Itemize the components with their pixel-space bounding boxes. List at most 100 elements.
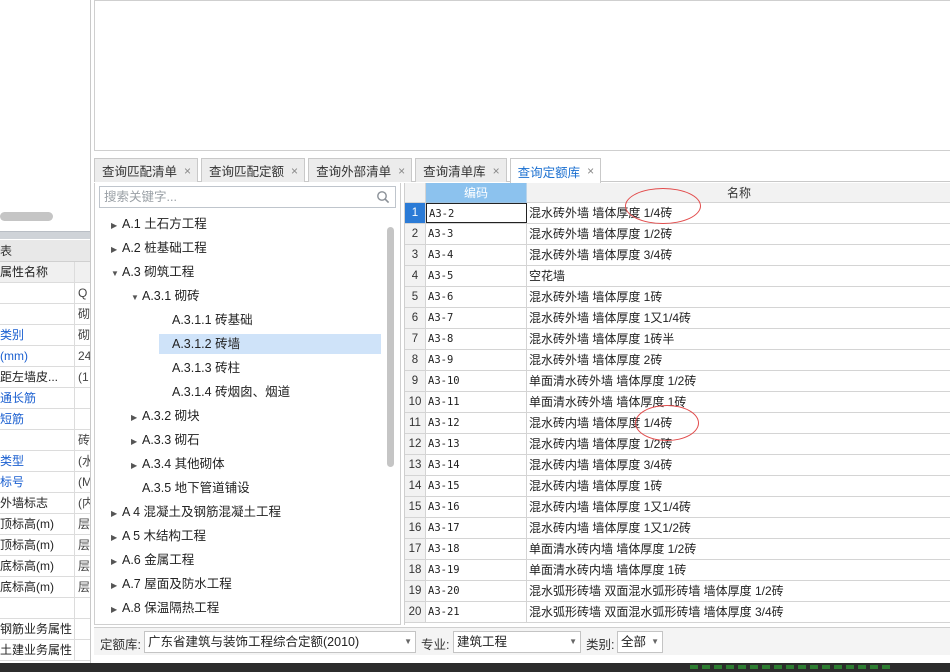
table-row[interactable]: 2 A3-3 混水砖外墙 墙体厚度 1/2砖: [405, 224, 950, 245]
tree-node[interactable]: ▶ A 5 木结构工程: [109, 526, 210, 546]
chevron-right-icon[interactable]: ▶: [111, 504, 120, 524]
tree-node[interactable]: A.3.5 地下管道铺设: [129, 478, 254, 498]
table-row[interactable]: 7 A3-8 混水砖外墙 墙体厚度 1砖半: [405, 329, 950, 350]
quota-name-cell[interactable]: 空花墙: [527, 266, 950, 286]
property-value[interactable]: [75, 388, 90, 408]
property-value[interactable]: [75, 598, 90, 618]
property-value[interactable]: (水: [75, 451, 90, 471]
table-row[interactable]: 5 A3-6 混水砖外墙 墙体厚度 1砖: [405, 287, 950, 308]
property-row[interactable]: 通长筋: [0, 388, 90, 409]
quota-code-cell[interactable]: A3-2: [426, 203, 527, 223]
quota-name-cell[interactable]: 混水砖外墙 墙体厚度 1又1/4砖: [527, 308, 950, 328]
chevron-right-icon[interactable]: ▶: [111, 528, 120, 548]
quota-name-cell[interactable]: 混水砖外墙 墙体厚度 2砖: [527, 350, 950, 370]
tree-node[interactable]: A.3.1.3 砖柱: [159, 358, 244, 378]
property-value[interactable]: 砖: [75, 430, 90, 450]
chevron-down-icon[interactable]: ▼: [131, 288, 140, 308]
tree-node[interactable]: ▶ A.1 土石方工程: [109, 214, 211, 234]
property-value[interactable]: [75, 409, 90, 429]
property-value[interactable]: 层: [75, 535, 90, 555]
quota-code-cell[interactable]: A3-17: [426, 518, 527, 538]
quota-name-cell[interactable]: 单面清水砖外墙 墙体厚度 1砖: [527, 392, 950, 412]
property-row[interactable]: 短筋: [0, 409, 90, 430]
chevron-right-icon[interactable]: ▶: [131, 456, 140, 476]
quota-code-cell[interactable]: A3-19: [426, 560, 527, 580]
table-row[interactable]: 15 A3-16 混水砖内墙 墙体厚度 1又1/4砖: [405, 497, 950, 518]
property-row[interactable]: 砌: [0, 304, 90, 325]
chevron-down-icon[interactable]: ▼: [111, 264, 120, 284]
quota-code-cell[interactable]: A3-7: [426, 308, 527, 328]
quota-code-cell[interactable]: A3-16: [426, 497, 527, 517]
quota-code-cell[interactable]: A3-13: [426, 434, 527, 454]
tab-query-2[interactable]: 查询外部清单 ×: [308, 158, 413, 182]
property-value[interactable]: [75, 619, 90, 639]
tab-query-3[interactable]: 查询清单库 ×: [415, 158, 507, 182]
quota-name-cell[interactable]: 混水砖内墙 墙体厚度 1砖: [527, 476, 950, 496]
property-value[interactable]: 层: [75, 577, 90, 597]
table-row[interactable]: 20 A3-21 混水弧形砖墙 双面混水弧形砖墙 墙体厚度 3/4砖: [405, 602, 950, 623]
close-icon[interactable]: ×: [184, 164, 191, 178]
table-row[interactable]: 16 A3-17 混水砖内墙 墙体厚度 1又1/2砖: [405, 518, 950, 539]
quota-name-cell[interactable]: 混水弧形砖墙 双面混水弧形砖墙 墙体厚度 1/2砖: [527, 581, 950, 601]
table-row[interactable]: 3 A3-4 混水砖外墙 墙体厚度 3/4砖: [405, 245, 950, 266]
close-icon[interactable]: ×: [291, 164, 298, 178]
close-icon[interactable]: ×: [587, 164, 594, 178]
property-row[interactable]: 底标高(m) 层: [0, 556, 90, 577]
tree-node[interactable]: ▶ A 4 混凝土及钢筋混凝土工程: [109, 502, 285, 522]
property-row[interactable]: 钢筋业务属性: [0, 619, 90, 640]
property-row[interactable]: [0, 598, 90, 619]
close-icon[interactable]: ×: [493, 164, 500, 178]
property-row[interactable]: 顶标高(m) 层: [0, 514, 90, 535]
property-row[interactable]: 类型(水: [0, 451, 90, 472]
search-input[interactable]: [100, 187, 370, 207]
chevron-right-icon[interactable]: ▶: [131, 432, 140, 452]
tree-node[interactable]: ▶ A.3.3 砌石: [129, 430, 204, 450]
quota-code-cell[interactable]: A3-9: [426, 350, 527, 370]
chevron-right-icon[interactable]: ▶: [111, 552, 120, 572]
quota-code-cell[interactable]: A3-10: [426, 371, 527, 391]
property-row[interactable]: 外墙标志(内: [0, 493, 90, 514]
property-row[interactable]: 顶标高(m) 层: [0, 535, 90, 556]
search-icon[interactable]: [376, 190, 390, 204]
chevron-right-icon[interactable]: ▶: [111, 600, 120, 620]
panel-divider[interactable]: [0, 231, 90, 239]
quota-code-cell[interactable]: A3-5: [426, 266, 527, 286]
property-row[interactable]: 类别砌: [0, 325, 90, 346]
quota-name-cell[interactable]: 单面清水砖外墙 墙体厚度 1/2砖: [527, 371, 950, 391]
table-row[interactable]: 13 A3-14 混水砖内墙 墙体厚度 3/4砖: [405, 455, 950, 476]
quota-name-cell[interactable]: 混水砖外墙 墙体厚度 1/2砖: [527, 224, 950, 244]
table-row[interactable]: 18 A3-19 单面清水砖内墙 墙体厚度 1砖: [405, 560, 950, 581]
quota-name-cell[interactable]: 混水砖外墙 墙体厚度 1砖半: [527, 329, 950, 349]
quota-name-cell[interactable]: 混水砖外墙 墙体厚度 1砖: [527, 287, 950, 307]
property-value[interactable]: Q: [75, 283, 90, 303]
property-row[interactable]: 底标高(m) 层: [0, 577, 90, 598]
horizontal-scrollbar[interactable]: [0, 212, 53, 221]
tree-node[interactable]: ▶ A.3.2 砌块: [129, 406, 204, 426]
table-row[interactable]: 9 A3-10 单面清水砖外墙 墙体厚度 1/2砖: [405, 371, 950, 392]
quota-code-cell[interactable]: A3-11: [426, 392, 527, 412]
tree-node[interactable]: ▶ A.8 保温隔热工程: [109, 598, 223, 618]
property-row[interactable]: 标号 (M: [0, 472, 90, 493]
quota-name-cell[interactable]: 单面清水砖内墙 墙体厚度 1砖: [527, 560, 950, 580]
quota-name-cell[interactable]: 混水砖外墙 墙体厚度 1/4砖: [527, 203, 950, 223]
quota-name-cell[interactable]: 混水砖内墙 墙体厚度 1又1/2砖: [527, 518, 950, 538]
quota-code-cell[interactable]: A3-21: [426, 602, 527, 622]
tree-node[interactable]: ▼ A.3.1 砌砖: [129, 286, 204, 306]
table-row[interactable]: 4 A3-5 空花墙: [405, 266, 950, 287]
property-value[interactable]: (内: [75, 493, 90, 513]
tree-node[interactable]: ▶ A.2 桩基础工程: [109, 238, 211, 258]
property-value[interactable]: 24: [75, 346, 90, 366]
table-row[interactable]: 17 A3-18 单面清水砖内墙 墙体厚度 1/2砖: [405, 539, 950, 560]
property-value[interactable]: 层: [75, 514, 90, 534]
quota-code-cell[interactable]: A3-14: [426, 455, 527, 475]
property-value[interactable]: 砌: [75, 325, 90, 345]
quota-code-cell[interactable]: A3-4: [426, 245, 527, 265]
tree-node[interactable]: A.3.1.4 砖烟囱、烟道: [159, 382, 294, 402]
tab-query-0[interactable]: 查询匹配清单 ×: [94, 158, 199, 182]
property-row[interactable]: Q: [0, 283, 90, 304]
property-row[interactable]: (mm) 24: [0, 346, 90, 367]
table-row[interactable]: 19 A3-20 混水弧形砖墙 双面混水弧形砖墙 墙体厚度 1/2砖: [405, 581, 950, 602]
category-select[interactable]: 全部 ▼: [617, 631, 663, 653]
quota-code-cell[interactable]: A3-20: [426, 581, 527, 601]
property-value[interactable]: 层: [75, 556, 90, 576]
